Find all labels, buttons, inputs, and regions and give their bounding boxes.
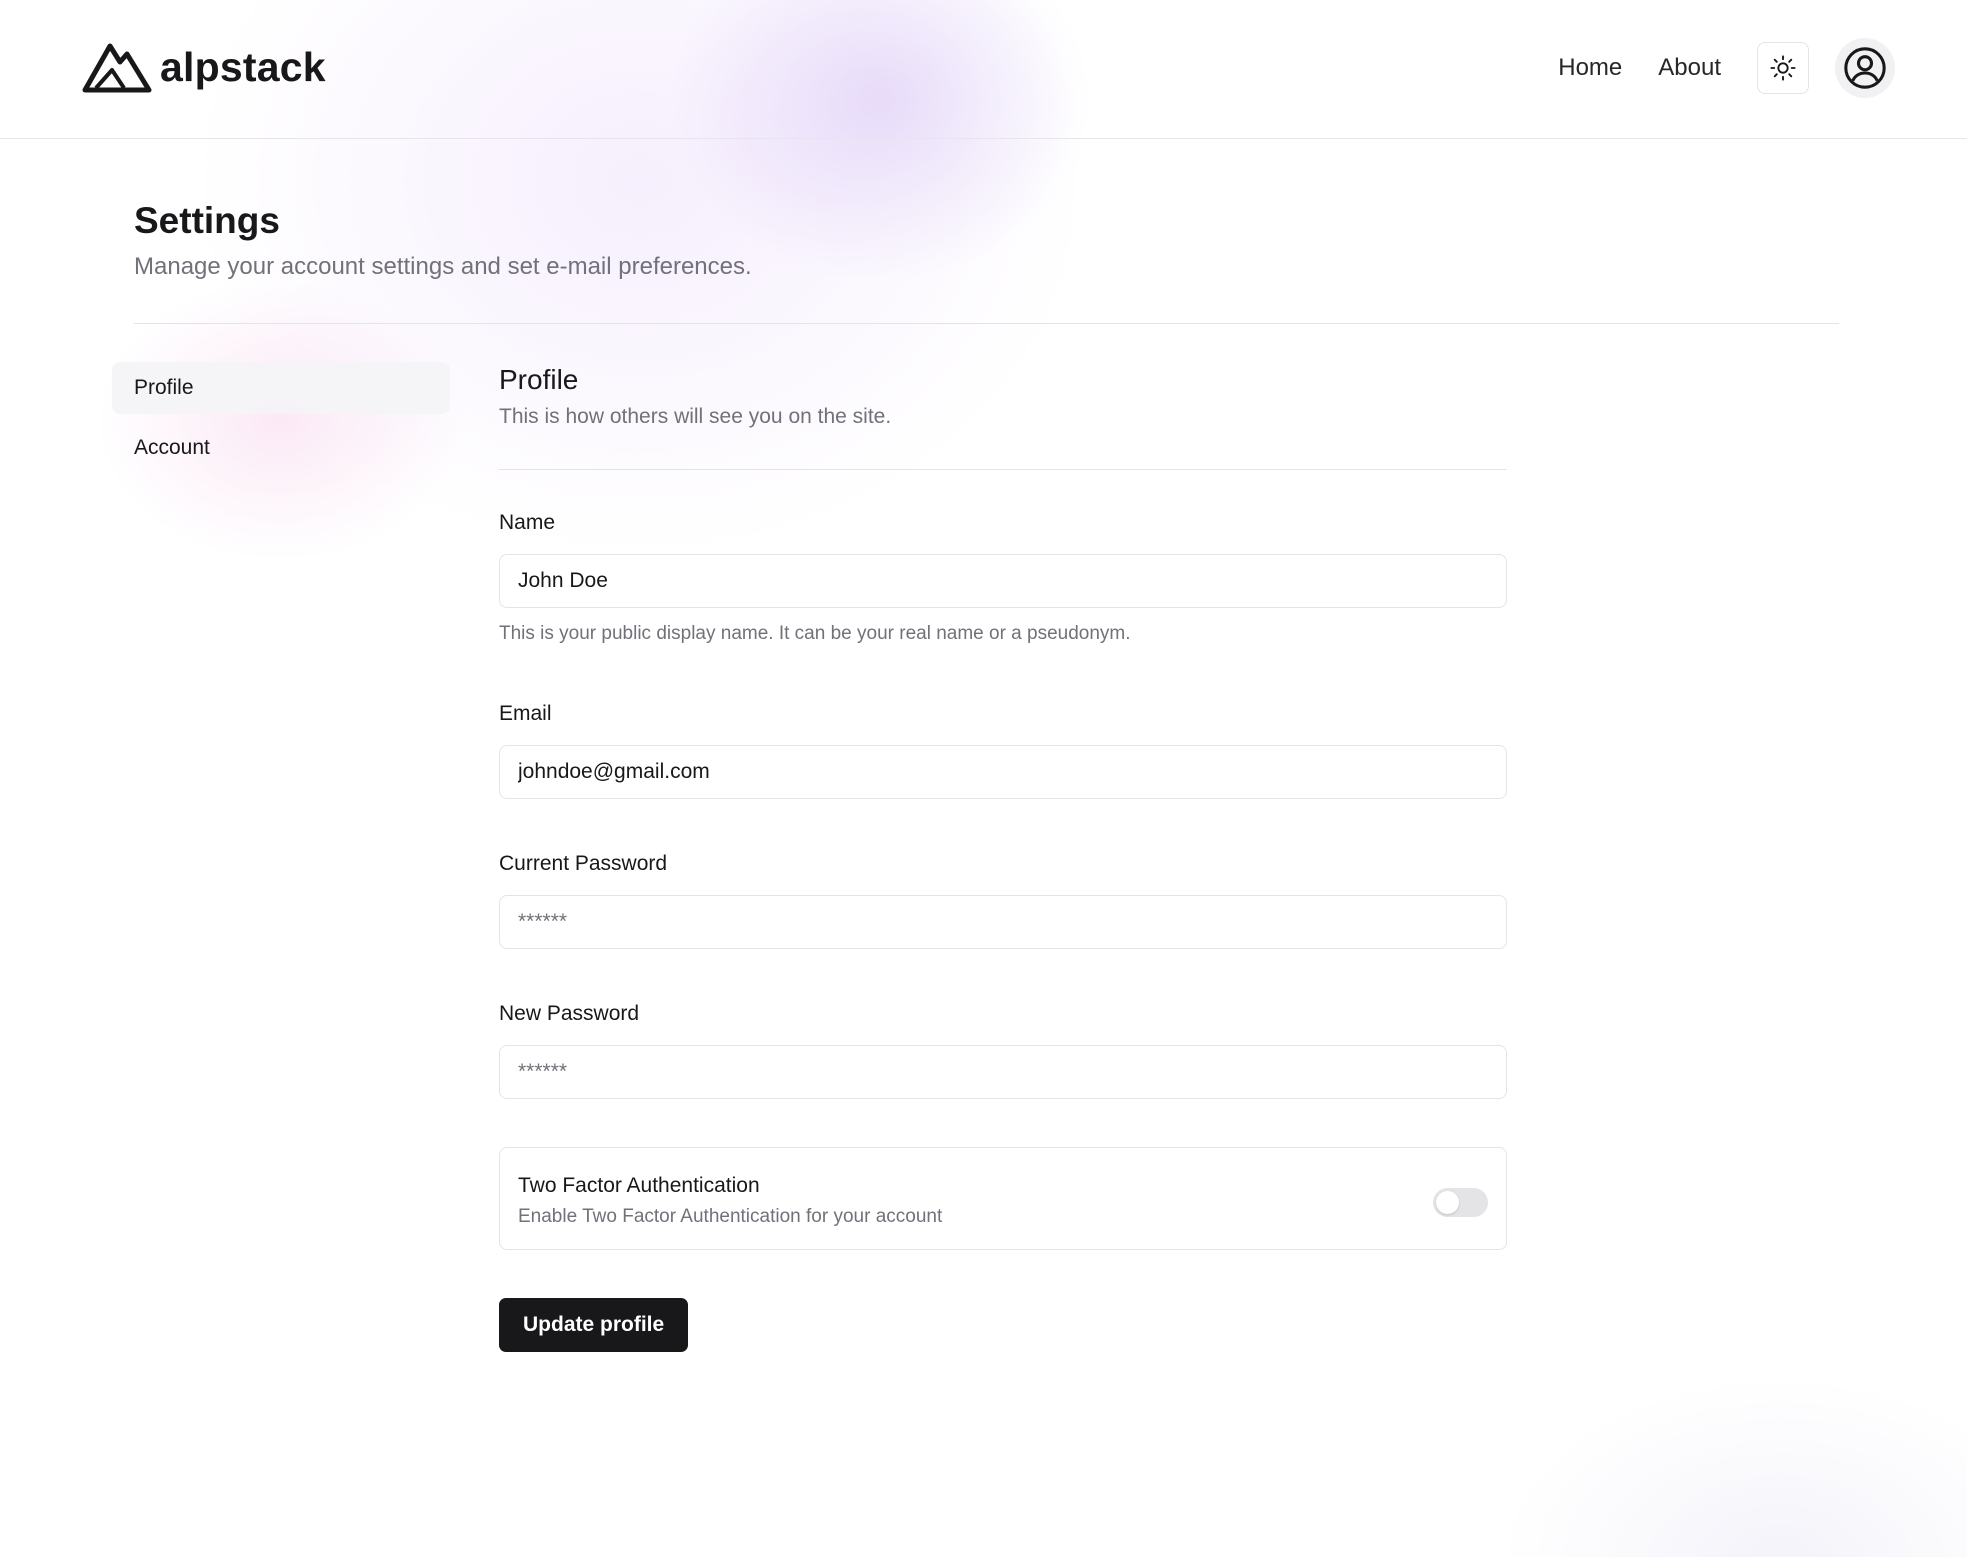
current-password-input[interactable]	[499, 895, 1507, 949]
name-hint: This is your public display name. It can…	[499, 623, 1131, 644]
top-nav: Home About	[1558, 38, 1895, 98]
email-input[interactable]	[499, 745, 1507, 799]
brand-logo[interactable]: alpstack	[80, 40, 326, 94]
name-label: Name	[499, 511, 556, 534]
top-header: alpstack Home About	[0, 0, 1967, 139]
new-password-label: New Password	[499, 1002, 640, 1025]
toggle-knob	[1436, 1191, 1459, 1214]
current-password-label: Current Password	[499, 852, 668, 875]
page-title: Settings	[134, 200, 280, 241]
settings-page: alpstack Home About Settings Manage your…	[0, 0, 1967, 1557]
nav-link-about[interactable]: About	[1658, 54, 1721, 82]
divider	[134, 323, 1839, 324]
brand-name: alpstack	[160, 43, 326, 90]
section-title: Profile	[499, 364, 579, 395]
two-factor-description: Enable Two Factor Authentication for you…	[518, 1206, 943, 1227]
divider	[499, 469, 1507, 470]
sun-icon	[1770, 55, 1796, 81]
two-factor-card: Two Factor Authentication Enable Two Fac…	[499, 1147, 1507, 1250]
update-profile-button[interactable]: Update profile	[499, 1298, 689, 1352]
mountain-logo-icon	[82, 43, 152, 93]
section-description: This is how others will see you on the s…	[499, 405, 892, 428]
two-factor-title: Two Factor Authentication	[518, 1174, 760, 1197]
new-password-input[interactable]	[499, 1045, 1507, 1099]
sidebar-item-account[interactable]: Account	[112, 422, 450, 474]
email-label: Email	[499, 702, 552, 725]
user-menu-button[interactable]	[1835, 38, 1895, 98]
two-factor-toggle[interactable]	[1433, 1188, 1488, 1217]
user-circle-icon	[1844, 47, 1886, 89]
sidebar-item-profile[interactable]: Profile	[112, 362, 450, 414]
page-subtitle: Manage your account settings and set e-m…	[134, 253, 752, 280]
nav-link-home[interactable]: Home	[1558, 54, 1622, 82]
name-input[interactable]	[499, 554, 1507, 608]
theme-toggle-button[interactable]	[1757, 42, 1809, 94]
